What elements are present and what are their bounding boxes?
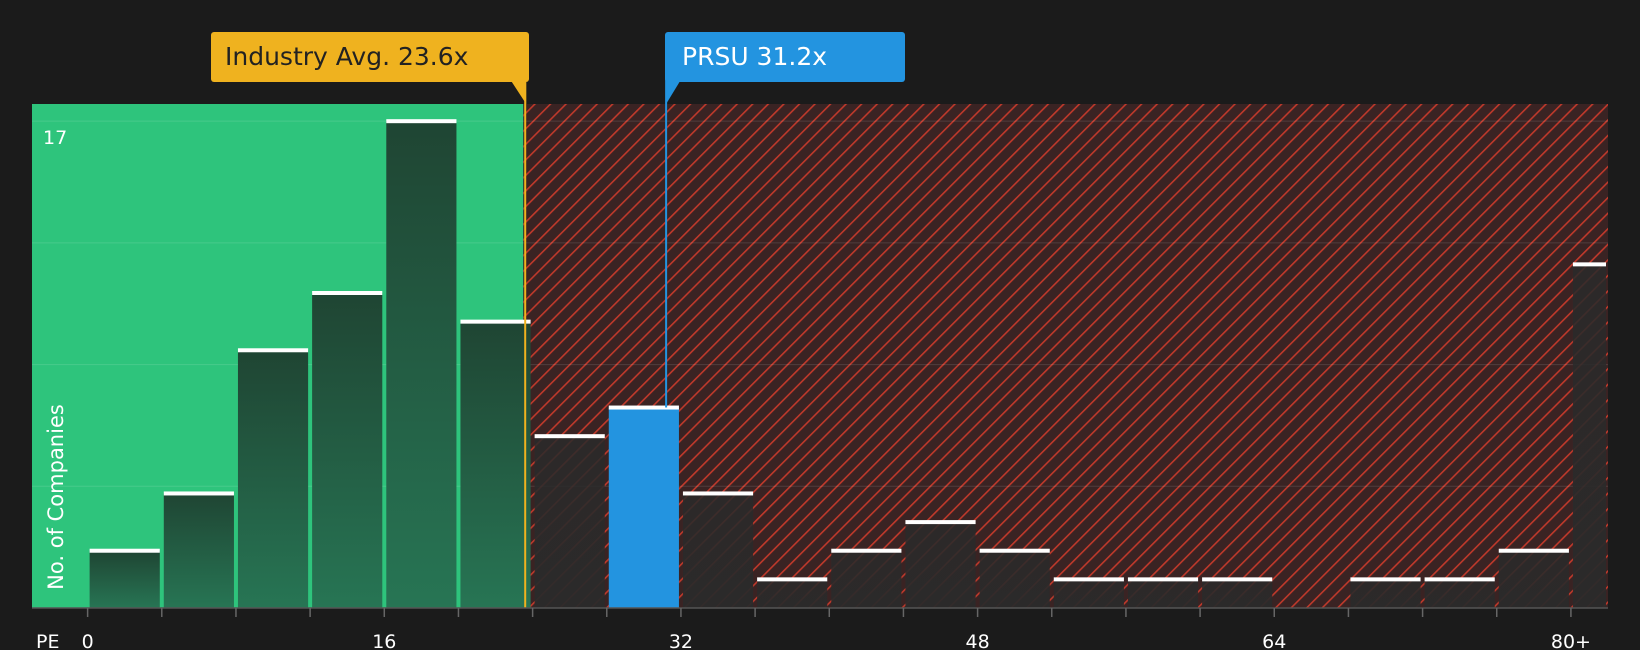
histogram-bar-12	[979, 550, 1050, 608]
x-tick-label-2: 32	[669, 631, 693, 650]
histogram-bar-2	[237, 350, 309, 608]
company-pe-callout: PRSU 31.2x	[665, 32, 905, 82]
x-tick-label-4: 64	[1262, 631, 1286, 650]
histogram-bar-19	[1498, 550, 1569, 608]
bar-cap-8	[682, 491, 754, 496]
histogram-bar-3	[312, 293, 383, 608]
histogram-bar-14	[1127, 579, 1199, 608]
histogram-bar-9	[757, 579, 828, 608]
bar-cap-0	[89, 548, 160, 553]
histogram-bar-5	[460, 321, 531, 608]
bar-cap-2	[237, 348, 309, 353]
x-tick-label-1: 16	[372, 631, 396, 650]
bar-cap-3	[312, 291, 383, 295]
histogram-bar-0	[89, 550, 160, 608]
bar-cap-11	[905, 520, 976, 525]
histogram-bar-8	[682, 493, 754, 608]
bar-cap-1	[163, 491, 234, 496]
histogram-bar-18	[1424, 579, 1495, 608]
bar-cap-7	[608, 405, 679, 410]
bar-cap-10	[831, 548, 902, 553]
bar-cap-17	[1350, 577, 1421, 582]
industry-average-callout: Industry Avg. 23.6x	[211, 32, 529, 82]
bar-cap-20	[1572, 262, 1606, 267]
y-axis-label: No. of Companies	[44, 404, 68, 590]
bar-cap-19	[1498, 548, 1569, 553]
x-tick-label-5: 80+	[1551, 631, 1591, 650]
company-callout-pointer	[666, 81, 681, 104]
bar-cap-9	[757, 577, 828, 582]
histogram-bar-20	[1572, 264, 1606, 608]
histogram-bar-11	[905, 522, 976, 608]
x-tick-label-0: 0	[82, 631, 94, 650]
pe-histogram-chart: 0 16 32 48 64 80+ PE 17 No. of Companies	[32, 78, 1608, 650]
histogram-bar-6	[534, 436, 605, 608]
bar-cap-12	[979, 548, 1050, 553]
y-tick-label-max: 17	[43, 127, 67, 149]
bar-cap-14	[1127, 577, 1199, 582]
bar-cap-18	[1424, 577, 1495, 582]
histogram-bar-7	[608, 407, 679, 608]
x-axis-label: PE	[36, 631, 59, 650]
bar-cap-13	[1053, 577, 1124, 582]
histogram-bar-17	[1350, 579, 1421, 608]
industry-callout-pointer	[511, 81, 527, 104]
histogram-bar-15	[1202, 579, 1273, 608]
bar-cap-6	[534, 434, 605, 439]
bar-cap-5	[460, 319, 531, 324]
bar-cap-4	[386, 119, 457, 124]
histogram-bar-1	[163, 493, 234, 608]
bar-cap-15	[1202, 577, 1273, 582]
histogram-bar-10	[831, 550, 902, 608]
histogram-bar-13	[1053, 579, 1124, 608]
histogram-bar-4	[386, 121, 457, 608]
x-tick-label-3: 48	[966, 631, 990, 650]
